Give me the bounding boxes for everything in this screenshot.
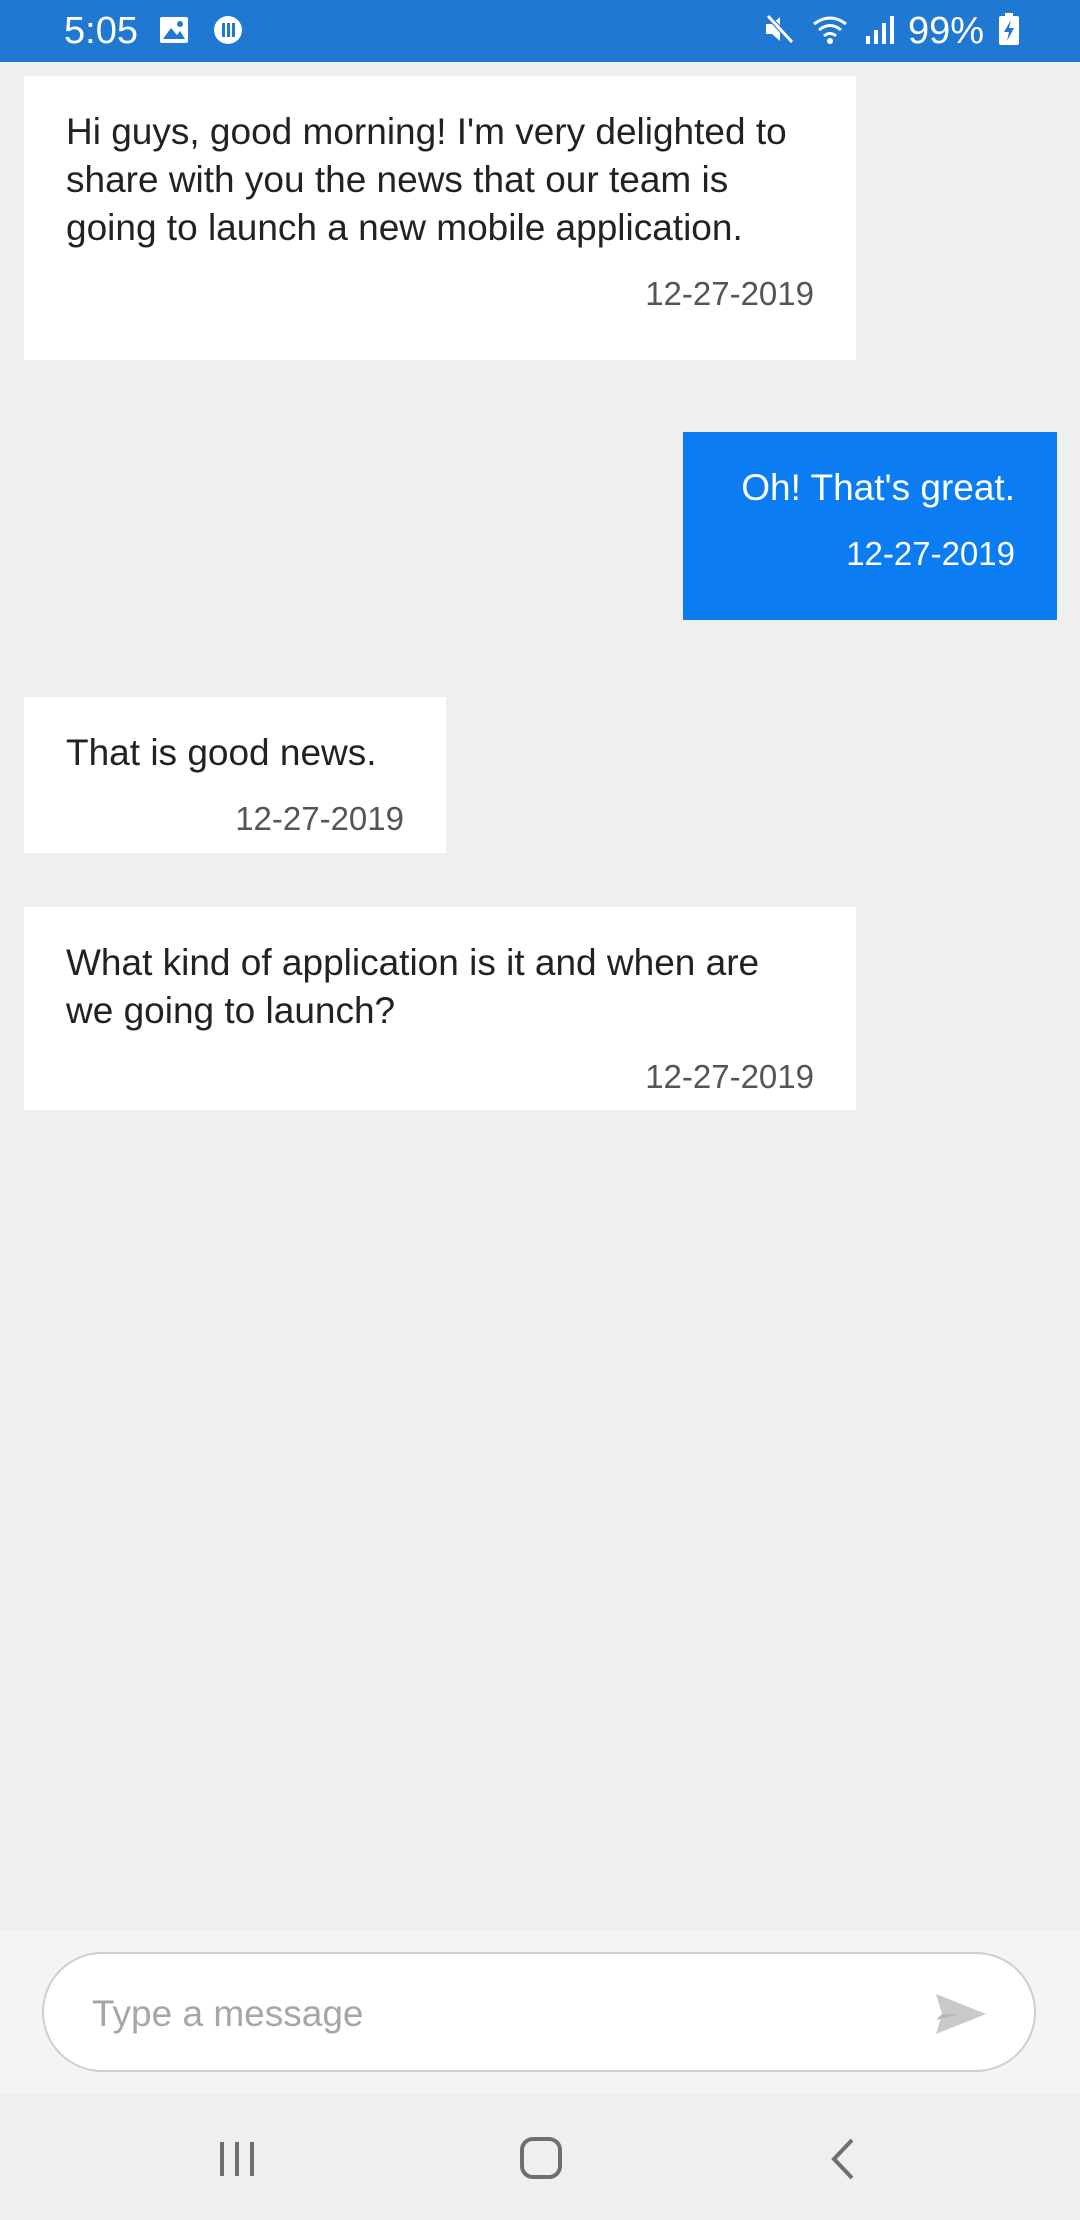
back-icon [814,2138,874,2188]
wifi-icon [810,12,850,51]
send-icon [934,1994,988,2042]
gallery-icon [158,14,190,51]
back-button[interactable] [814,2134,874,2184]
message-date: 12-27-2019 [846,535,1015,572]
incoming-message-bubble[interactable]: Hi guys, good morning! I'm very delighte… [24,76,856,360]
status-left-icons [158,14,244,51]
outgoing-message-bubble[interactable]: Oh! That's great. 12-27-2019 [683,432,1057,620]
home-icon [512,2137,572,2188]
message-list[interactable]: Hi guys, good morning! I'm very delighte… [0,62,1080,1930]
message-date: 12-27-2019 [645,275,814,312]
recents-button[interactable] [208,2134,268,2184]
battery-charging-icon [998,12,1020,51]
signal-icon [864,12,894,51]
mute-icon [762,12,796,51]
message-date: 12-27-2019 [645,1058,814,1095]
status-bar: 5:05 99% [0,0,1080,62]
recents-icon [208,2142,268,2188]
message-text: What kind of application is it and when … [66,942,760,1031]
message-input[interactable] [92,1984,912,2044]
notification-app-icon [212,14,244,51]
battery-percentage: 99% [907,10,984,52]
status-right: 99% [762,10,1020,52]
message-text: Hi guys, good morning! I'm very delighte… [66,111,787,248]
message-composer [0,1930,1080,2094]
message-text: That is good news. [66,732,377,773]
navigation-bar [0,2094,1080,2220]
incoming-message-bubble[interactable]: That is good news. 12-27-2019 [24,697,446,853]
home-button[interactable] [512,2134,572,2184]
message-text: Oh! That's great. [741,467,1015,508]
incoming-message-bubble[interactable]: What kind of application is it and when … [24,907,856,1110]
send-button[interactable] [934,1990,988,2038]
status-time: 5:05 [64,10,138,52]
message-input-container[interactable] [42,1952,1036,2072]
message-date: 12-27-2019 [235,800,404,837]
